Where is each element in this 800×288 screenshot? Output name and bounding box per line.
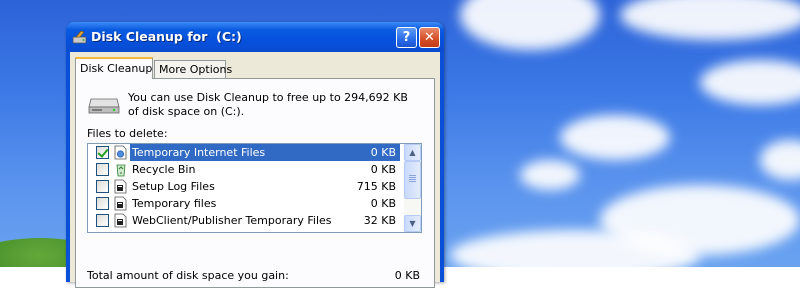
- cloud: [620, 0, 800, 40]
- cloud: [520, 160, 580, 190]
- file-size: 0 KB: [370, 197, 396, 210]
- file-size: 0 KB: [332, 144, 400, 161]
- list-item[interactable]: Temporary files 0 KB: [88, 195, 404, 212]
- list-item[interactable]: Setup Log Files 715 KB: [88, 178, 404, 195]
- scroll-down-button[interactable]: ▼: [404, 215, 421, 232]
- help-button[interactable]: ?: [396, 27, 417, 48]
- files-to-delete-label: Files to delete:: [87, 127, 168, 140]
- hard-drive-icon: [88, 98, 120, 114]
- total-space-value: 0 KB: [394, 269, 420, 282]
- temp-files-icon: [114, 196, 127, 211]
- file-checkbox[interactable]: [96, 180, 109, 193]
- file-name: WebClient/Publisher Temporary Files: [132, 214, 332, 227]
- close-button[interactable]: ✕: [419, 27, 440, 48]
- cloud: [700, 60, 800, 105]
- tab-more-options[interactable]: More Options: [154, 60, 232, 78]
- cloud: [460, 0, 600, 50]
- description-text: You can use Disk Cleanup to free up to 2…: [128, 91, 408, 118]
- title-bar[interactable]: Disk Cleanup for (C:) ? ✕: [66, 22, 444, 52]
- file-checkbox[interactable]: [96, 163, 109, 176]
- files-to-delete-list[interactable]: Temporary Internet Files 0 KB Recycle Bi…: [87, 143, 422, 233]
- disk-cleanup-window: Disk Cleanup for (C:) ? ✕ Disk Cleanup M…: [66, 22, 444, 288]
- file-name: Setup Log Files: [132, 180, 215, 193]
- file-checkbox[interactable]: [96, 214, 109, 227]
- window-title: Disk Cleanup for (C:): [91, 29, 242, 44]
- webclient-files-icon: [114, 213, 127, 228]
- file-size: 0 KB: [370, 163, 396, 176]
- list-scrollbar[interactable]: ▲ ▼: [404, 144, 421, 232]
- cloud: [760, 140, 800, 180]
- tab-disk-cleanup[interactable]: Disk Cleanup: [75, 57, 153, 79]
- file-name: Temporary Internet Files: [130, 144, 334, 161]
- scroll-thumb[interactable]: [404, 161, 421, 199]
- dialog-client-area: Disk Cleanup More Options You can use Di…: [70, 52, 440, 288]
- file-size: 715 KB: [356, 180, 396, 193]
- file-name: Temporary files: [132, 197, 217, 210]
- log-file-icon: [114, 179, 127, 194]
- scroll-up-button[interactable]: ▲: [404, 144, 421, 161]
- disk-cleanup-icon: [72, 30, 87, 44]
- file-checkbox[interactable]: [96, 146, 109, 159]
- tab-panel: You can use Disk Cleanup to free up to 2…: [75, 78, 435, 288]
- cloud: [560, 115, 670, 160]
- list-item[interactable]: Temporary Internet Files 0 KB: [88, 144, 404, 161]
- list-item[interactable]: WebClient/Publisher Temporary Files 32 K…: [88, 212, 404, 229]
- list-item[interactable]: Recycle Bin 0 KB: [88, 161, 404, 178]
- total-space-label: Total amount of disk space you gain:: [87, 269, 289, 282]
- file-size: 32 KB: [363, 214, 396, 227]
- file-checkbox[interactable]: [96, 197, 109, 210]
- file-name: Recycle Bin: [132, 163, 196, 176]
- recycle-bin-icon: [116, 164, 126, 177]
- temp-internet-files-icon: [114, 145, 127, 160]
